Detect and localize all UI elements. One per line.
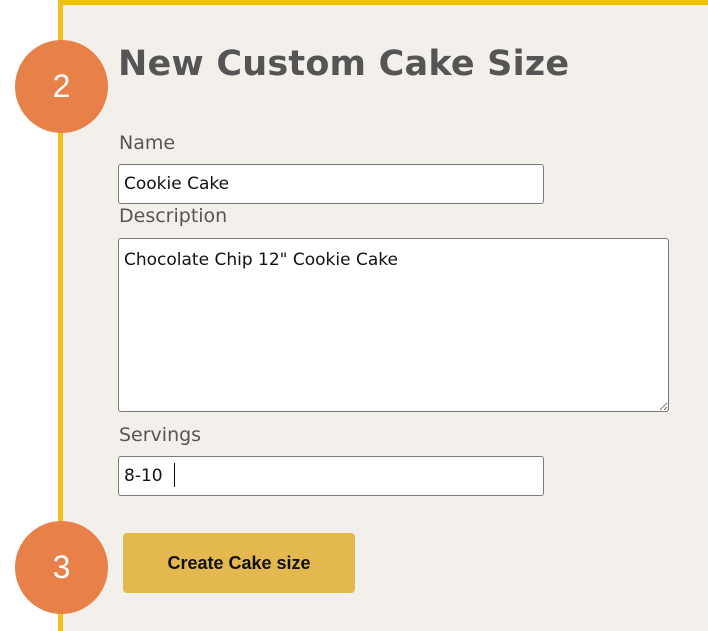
step-2-badge: 2: [15, 40, 108, 133]
name-label: Name: [119, 132, 176, 154]
name-input[interactable]: [118, 164, 544, 204]
text-cursor: [174, 463, 175, 487]
create-cake-size-button[interactable]: Create Cake size: [123, 533, 355, 593]
step-3-badge: 3: [15, 521, 108, 614]
servings-input[interactable]: [118, 456, 544, 496]
screenshot-canvas: New Custom Cake Size Name Description Ch…: [0, 0, 708, 631]
servings-label: Servings: [119, 424, 202, 446]
description-textarea[interactable]: Chocolate Chip 12" Cookie Cake: [118, 238, 669, 412]
page-title: New Custom Cake Size: [118, 44, 570, 84]
description-label: Description: [119, 205, 228, 227]
